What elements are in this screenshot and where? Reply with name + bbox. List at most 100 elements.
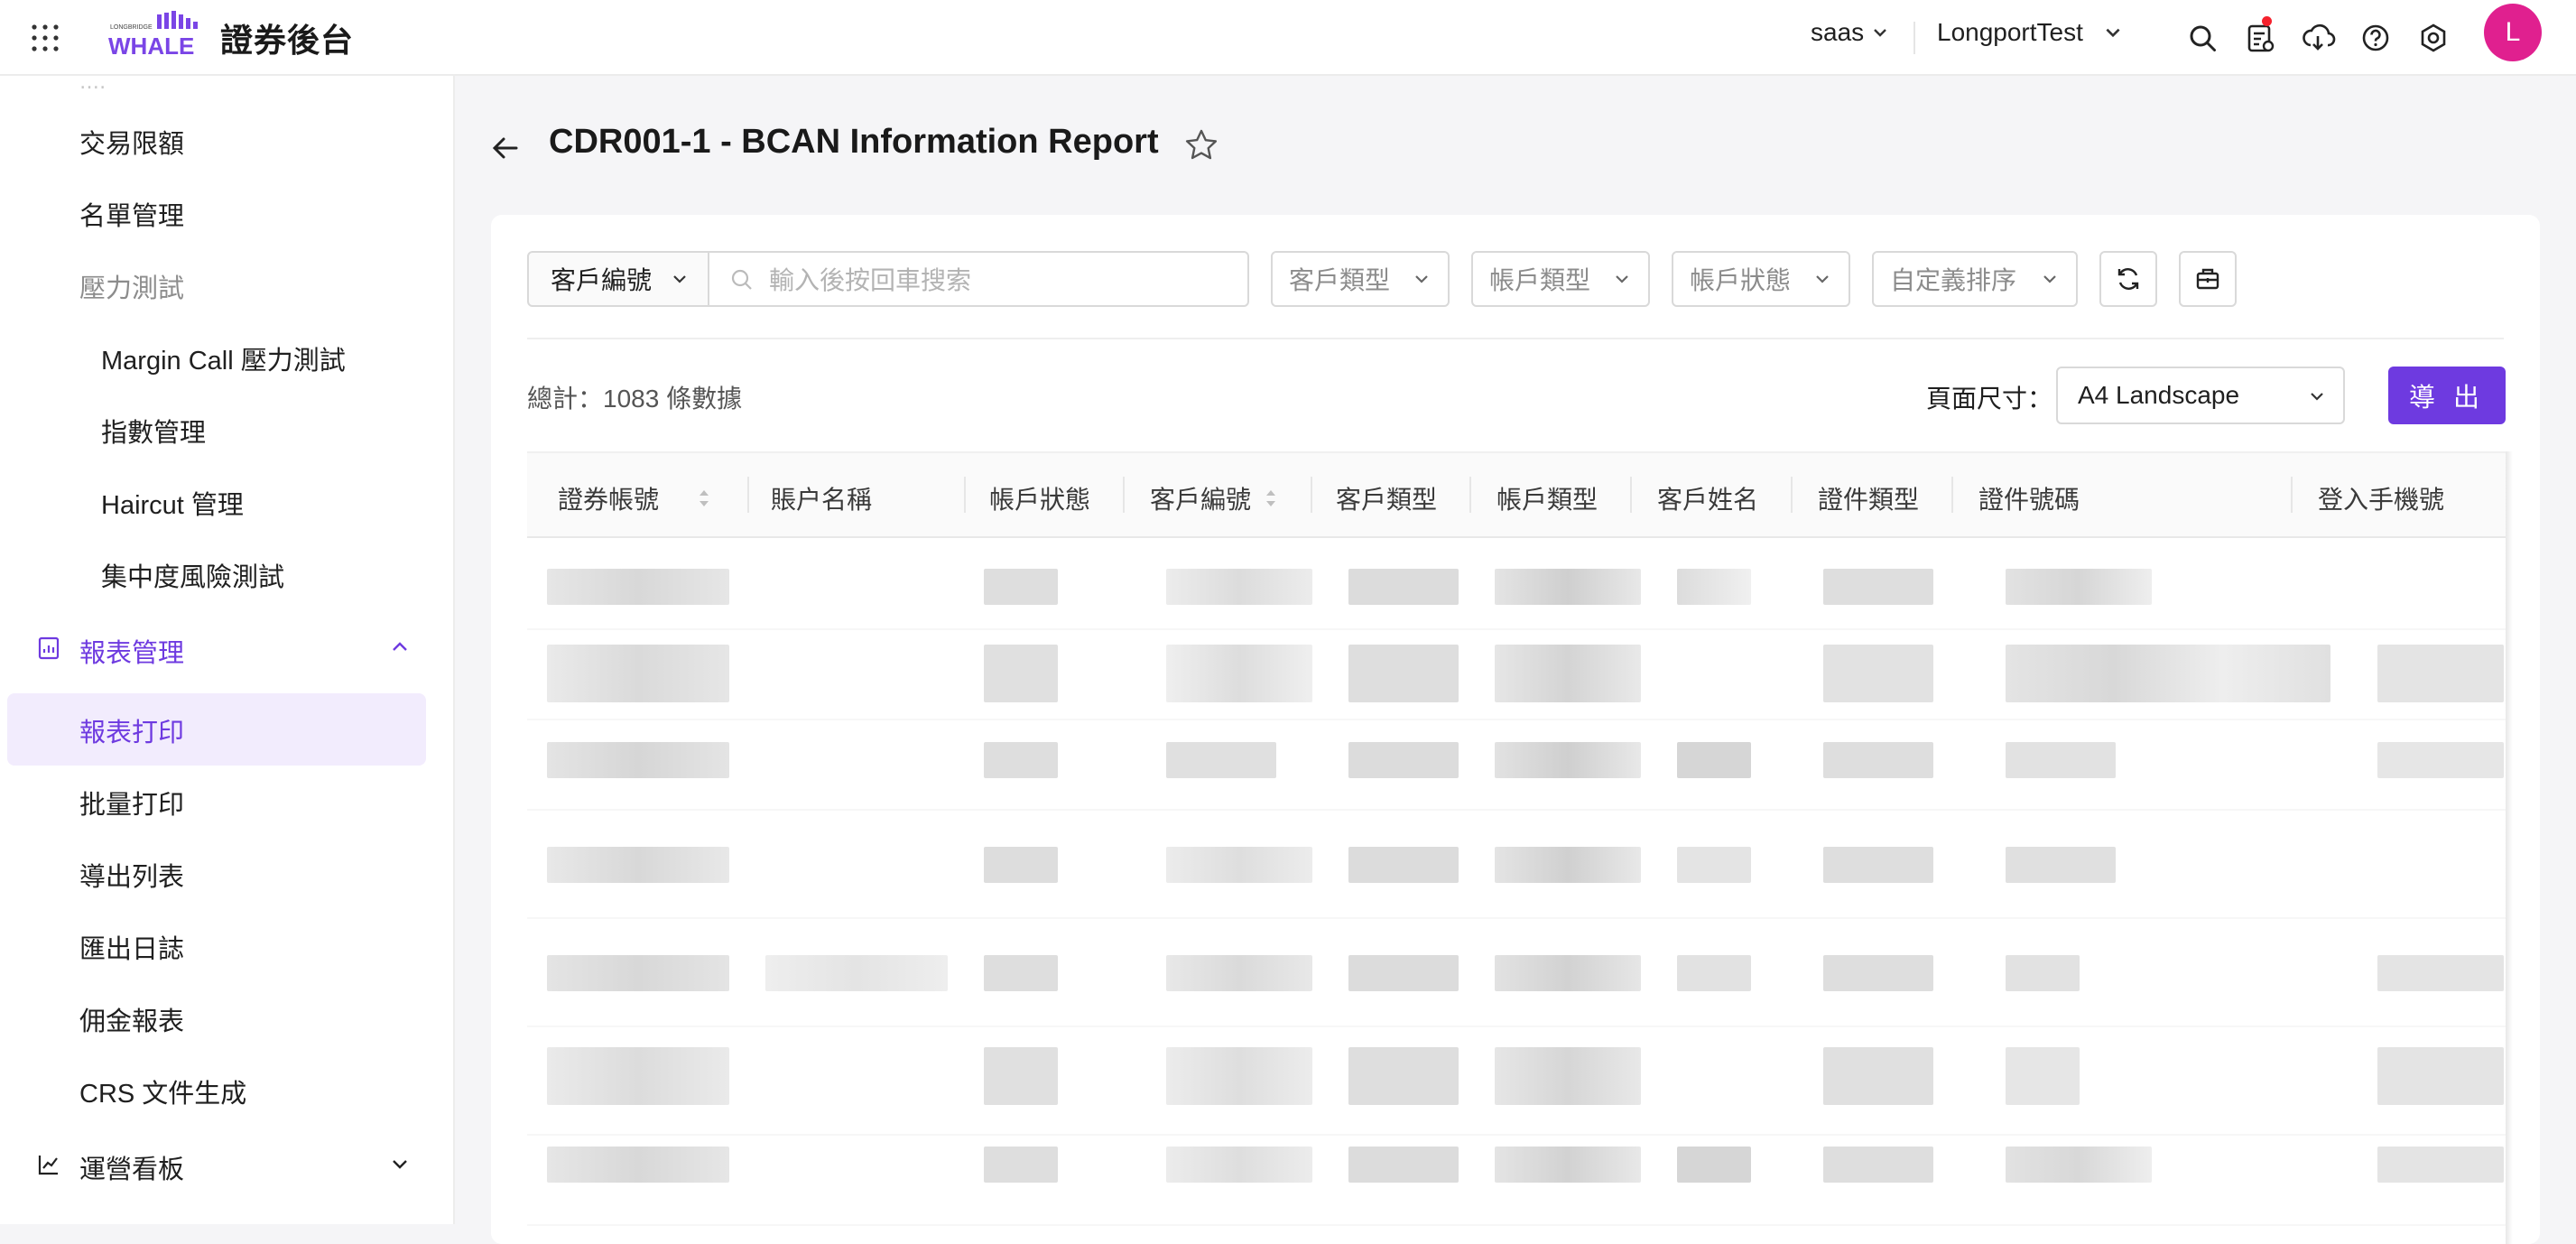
redacted-cell bbox=[765, 955, 948, 991]
env-label: saas bbox=[1811, 18, 1865, 46]
column-separator bbox=[1469, 477, 1471, 513]
settings-icon[interactable] bbox=[2415, 20, 2451, 56]
redacted-cell bbox=[1166, 1047, 1312, 1105]
page-title: CDR001-1 - BCAN Information Report bbox=[549, 123, 1159, 161]
table-row[interactable] bbox=[527, 628, 2506, 720]
chevron-up-icon[interactable] bbox=[388, 636, 412, 659]
sidebar-group-report-management[interactable]: 報表管理 bbox=[79, 632, 184, 670]
sidebar-item-export-log[interactable]: 匯出日誌 bbox=[79, 928, 184, 966]
table-row[interactable] bbox=[527, 1134, 2506, 1226]
filter-label: 自定義排序 bbox=[1890, 266, 2017, 294]
search-placeholder: 輸入後按回車搜索 bbox=[769, 266, 972, 294]
redacted-cell bbox=[1823, 645, 1933, 702]
table-row[interactable] bbox=[527, 719, 2506, 811]
redacted-cell bbox=[984, 645, 1058, 702]
clipped-menu-item: ‥‥ bbox=[79, 76, 107, 93]
redacted-cell bbox=[1348, 742, 1459, 778]
sort-icon[interactable] bbox=[1264, 485, 1278, 512]
sidebar-item-export-list[interactable]: 導出列表 bbox=[79, 856, 184, 894]
page-size-select[interactable]: A4 Landscape bbox=[2056, 367, 2345, 424]
column-separator bbox=[1311, 477, 1312, 513]
table-row[interactable] bbox=[527, 827, 2506, 919]
column-header-customer-id[interactable]: 客戶編號 bbox=[1150, 480, 1278, 516]
back-arrow-icon[interactable] bbox=[487, 130, 524, 166]
sidebar: ‥‥ 交易限額 名單管理 壓力測試 Margin Call 壓力測試 指數管理 … bbox=[0, 76, 455, 1224]
sidebar-item-commission-report[interactable]: 佣金報表 bbox=[79, 1000, 184, 1038]
refresh-icon bbox=[2117, 268, 2139, 290]
column-label: 客戶類型 bbox=[1336, 486, 1438, 514]
table-row[interactable] bbox=[527, 935, 2506, 1027]
refresh-button[interactable] bbox=[2099, 251, 2157, 307]
search-field-select[interactable]: 客戶編號 bbox=[527, 251, 709, 307]
filter-account-status[interactable]: 帳戶狀態 bbox=[1672, 251, 1850, 307]
sort-icon[interactable] bbox=[697, 485, 711, 512]
redacted-cell bbox=[1348, 1047, 1459, 1105]
filter-customer-type[interactable]: 客戶類型 bbox=[1271, 251, 1450, 307]
sidebar-group-operations-dashboard[interactable]: 運營看板 bbox=[79, 1148, 184, 1186]
redacted-cell bbox=[2006, 645, 2330, 702]
table-row[interactable] bbox=[527, 1026, 2506, 1136]
chevron-down-icon bbox=[673, 275, 686, 283]
redacted-cell bbox=[984, 847, 1058, 883]
redacted-cell bbox=[1823, 569, 1933, 605]
redacted-cell bbox=[547, 569, 729, 605]
column-header-account-name[interactable]: 賬户名稱 bbox=[771, 480, 872, 516]
redacted-cell bbox=[547, 1047, 729, 1105]
column-header-account-status[interactable]: 帳戶狀態 bbox=[989, 480, 1090, 516]
redacted-cell bbox=[1677, 1147, 1751, 1183]
column-label: 客戶姓名 bbox=[1657, 486, 1759, 514]
redacted-cell bbox=[1495, 569, 1641, 605]
sidebar-item-haircut[interactable]: Haircut 管理 bbox=[101, 484, 244, 522]
task-list-icon[interactable] bbox=[2242, 20, 2278, 56]
column-header-id-type[interactable]: 證件類型 bbox=[1818, 480, 1919, 516]
sidebar-item-crs-file[interactable]: CRS 文件生成 bbox=[79, 1072, 246, 1110]
toolbar-divider bbox=[527, 338, 2504, 339]
tenant-dropdown[interactable]: LongportTest bbox=[1937, 18, 2123, 47]
redacted-cell bbox=[2006, 1047, 2080, 1105]
redacted-cell bbox=[2006, 955, 2080, 991]
redacted-cell bbox=[2006, 742, 2116, 778]
redacted-cell bbox=[547, 1147, 729, 1183]
column-header-customer-type[interactable]: 客戶類型 bbox=[1336, 480, 1437, 516]
redacted-cell bbox=[1495, 1147, 1641, 1183]
column-header-securities-account[interactable]: 證券帳號 bbox=[558, 480, 711, 516]
sidebar-item-trading-limit[interactable]: 交易限額 bbox=[79, 123, 184, 161]
redacted-cell bbox=[1495, 645, 1641, 702]
redacted-cell bbox=[1677, 569, 1751, 605]
total-count: 總計：1083 條數據 bbox=[527, 385, 743, 413]
table-row[interactable] bbox=[527, 538, 2506, 630]
redacted-cell bbox=[1823, 847, 1933, 883]
table-scroll-shadow bbox=[2506, 451, 2513, 1244]
redacted-cell bbox=[1823, 1147, 1933, 1183]
user-avatar[interactable]: L bbox=[2484, 4, 2542, 61]
header-divider bbox=[1913, 22, 1915, 54]
redacted-cell bbox=[1677, 742, 1751, 778]
column-header-id-number[interactable]: 證件號碼 bbox=[1978, 480, 2080, 516]
help-icon[interactable] bbox=[2358, 20, 2394, 56]
toolbox-button[interactable] bbox=[2179, 251, 2237, 307]
export-button[interactable]: 導 出 bbox=[2388, 367, 2506, 424]
env-dropdown[interactable]: saas bbox=[1811, 18, 1889, 47]
sidebar-item-batch-print[interactable]: 批量打印 bbox=[79, 784, 184, 822]
search-input[interactable]: 輸入後按回車搜索 bbox=[708, 251, 1249, 307]
chevron-down-icon[interactable] bbox=[388, 1152, 412, 1175]
column-header-customer-name[interactable]: 客戶姓名 bbox=[1657, 480, 1758, 516]
sidebar-item-concentration-risk[interactable]: 集中度風險測試 bbox=[101, 556, 284, 594]
whale-logo[interactable]: LONGBRIDGE WHALE bbox=[107, 11, 202, 60]
filter-account-type[interactable]: 帳戶類型 bbox=[1471, 251, 1650, 307]
sidebar-item-list-management[interactable]: 名單管理 bbox=[79, 195, 184, 233]
column-header-login-phone[interactable]: 登入手機號 bbox=[2318, 480, 2444, 516]
sidebar-item-margin-call[interactable]: Margin Call 壓力測試 bbox=[101, 339, 346, 377]
favorite-star-icon[interactable] bbox=[1182, 126, 1220, 164]
report-icon bbox=[38, 636, 60, 660]
filter-custom-sort[interactable]: 自定義排序 bbox=[1872, 251, 2078, 307]
sidebar-item-index-management[interactable]: 指數管理 bbox=[101, 412, 206, 450]
column-header-account-type[interactable]: 帳戶類型 bbox=[1496, 480, 1598, 516]
download-cloud-icon[interactable] bbox=[2300, 20, 2336, 56]
sidebar-item-report-print[interactable]: 報表打印 bbox=[79, 711, 184, 749]
search-icon[interactable] bbox=[2184, 20, 2220, 56]
apps-grid-icon[interactable] bbox=[27, 20, 63, 56]
sidebar-group-stress-test[interactable]: 壓力測試 bbox=[79, 267, 184, 305]
column-separator bbox=[1951, 477, 1953, 513]
redacted-cell bbox=[1495, 1047, 1641, 1105]
